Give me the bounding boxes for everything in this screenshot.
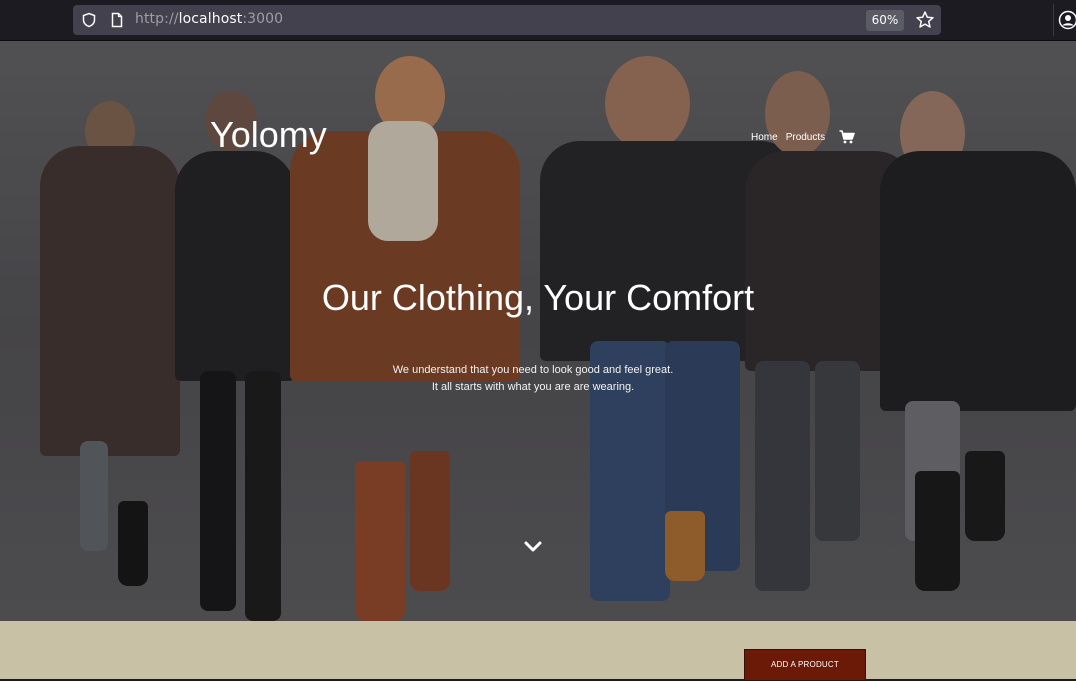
products-section: ADD A PRODUCT (0, 621, 1076, 679)
zoom-indicator[interactable]: 60% (866, 10, 904, 31)
hero-subtext: We understand that you need to look good… (0, 362, 1066, 396)
hero-subtext-line-2: It all starts with what you are are wear… (0, 379, 1066, 396)
account-icon[interactable] (1058, 10, 1076, 30)
shield-icon[interactable] (81, 12, 97, 28)
hero-subtext-line-1: We understand that you need to look good… (0, 362, 1066, 379)
main-nav: Home Products (751, 130, 855, 144)
nav-products[interactable]: Products (786, 132, 825, 143)
nav-home[interactable]: Home (751, 132, 778, 143)
cart-icon[interactable] (839, 130, 855, 144)
site-logo[interactable]: Yolomy (210, 114, 327, 156)
star-icon[interactable] (915, 10, 935, 30)
add-product-button[interactable]: ADD A PRODUCT (744, 649, 866, 681)
page-icon (109, 12, 125, 28)
hero-overlay (0, 41, 1076, 621)
url-text[interactable]: http://localhost:3000 (135, 11, 283, 27)
hero-headline: Our Clothing, Your Comfort (0, 277, 1076, 319)
url-host: localhost (179, 11, 243, 27)
url-scheme: http:// (135, 11, 179, 27)
url-port: :3000 (242, 11, 283, 27)
browser-toolbar: http://localhost:3000 60% (0, 0, 1076, 41)
chevron-down-icon[interactable] (524, 539, 542, 553)
address-bar[interactable]: http://localhost:3000 60% (73, 5, 941, 35)
hero-section: Yolomy Home Products Our Clothing, Your … (0, 41, 1076, 621)
toolbar-divider (1053, 4, 1054, 36)
